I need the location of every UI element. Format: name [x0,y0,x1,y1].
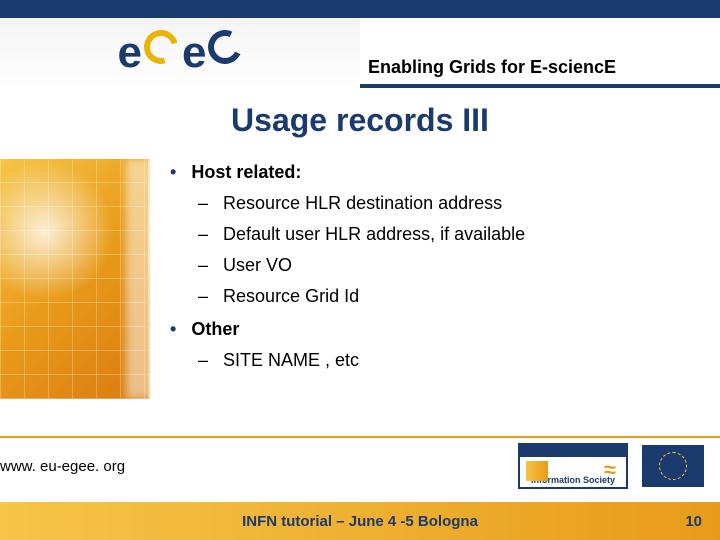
logo-letter-e2: e [182,31,204,75]
footer-logos: Information Society [518,443,704,489]
dash-marker: – [198,224,208,244]
bullet-level1: • Host related: [170,159,720,186]
eu-flag-icon [642,445,704,487]
egee-logo: e e [118,31,243,75]
top-accent-bar [0,0,720,18]
footer-strip: www. eu-egee. org Information Society [0,436,720,494]
tagline-text: Enabling Grids for E-sciencE [368,57,616,78]
logo-ring-blue [204,25,248,69]
bullet-level2: – User VO [198,252,720,279]
bullet-level1: • Other [170,316,720,343]
logo-letter-e1: e [118,31,140,75]
bullet-text: Resource Grid Id [223,286,359,306]
information-society-logo: Information Society [518,443,628,489]
logo-ring-gold [138,24,184,70]
bullet-text: User VO [223,255,292,275]
bullet-text: Resource HLR destination address [223,193,502,213]
tagline-cell: Enabling Grids for E-sciencE [360,18,720,88]
information-society-label: Information Society [531,475,615,485]
logo-cell: e e [0,18,360,88]
bullet-label: Other [191,319,239,339]
bullet-marker: • [170,162,176,182]
footer-url: www. eu-egee. org [0,458,125,475]
footer-caption: INFN tutorial – June 4 -5 Bologna [242,513,478,530]
dash-marker: – [198,193,208,213]
bottom-bar: INFN tutorial – June 4 -5 Bologna 10 [0,502,720,540]
bullet-level2: – Resource Grid Id [198,283,720,310]
bullet-marker: • [170,319,176,339]
dash-marker: – [198,350,208,370]
bullet-text: SITE NAME , etc [223,350,359,370]
bullet-text: Default user HLR address, if available [223,224,525,244]
slide-body: • Host related: – Resource HLR destinati… [0,159,720,374]
bullet-level2: – SITE NAME , etc [198,347,720,374]
bullet-level2: – Default user HLR address, if available [198,221,720,248]
dash-marker: – [198,255,208,275]
page-number: 10 [685,513,702,530]
decorative-sidebar-image [0,159,150,399]
eu-stars-ring [659,452,687,480]
dash-marker: – [198,286,208,306]
slide-header: e e Enabling Grids for E-sciencE [0,18,720,88]
bullet-list: • Host related: – Resource HLR destinati… [170,159,720,374]
bullet-level2: – Resource HLR destination address [198,190,720,217]
slide-title: Usage records III [0,102,720,139]
bullet-label: Host related: [191,162,301,182]
